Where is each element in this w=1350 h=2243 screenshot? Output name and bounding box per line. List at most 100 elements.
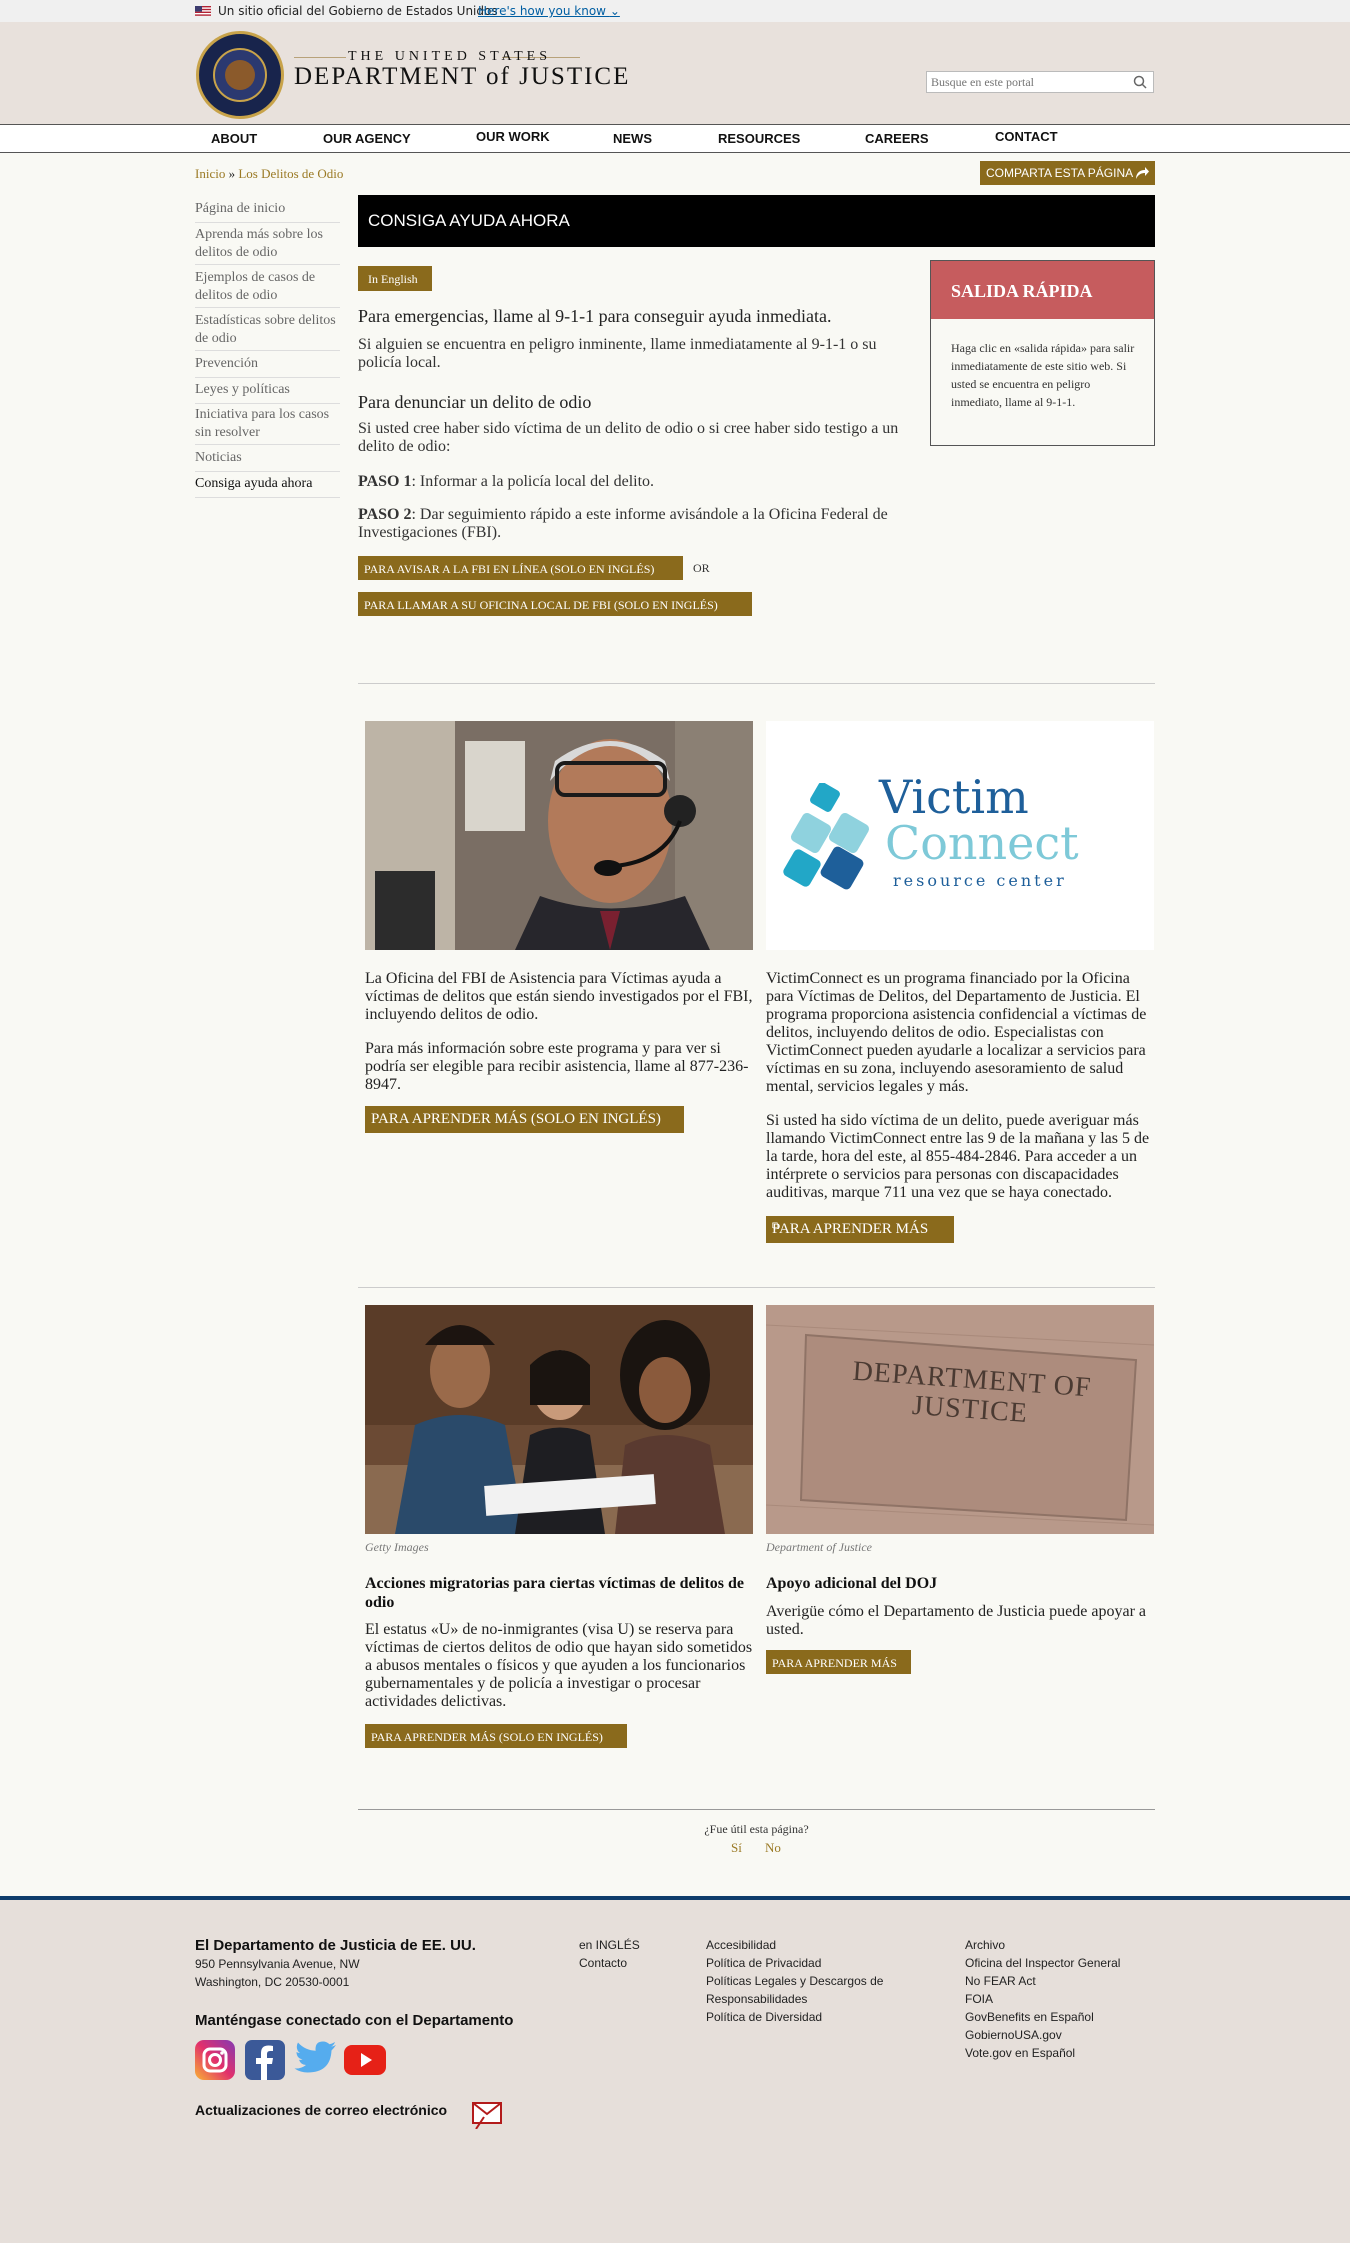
nav-our-agency[interactable]: OUR AGENCY — [323, 131, 411, 146]
doj-sign-photo: DEPARTMENT OF JUSTICE — [766, 1305, 1154, 1534]
doj-seal-logo[interactable] — [196, 31, 284, 119]
victim-card-text-1: VictimConnect es un programa financiado … — [766, 970, 1147, 1095]
section-divider — [358, 683, 1155, 684]
sidebar-item-cold-case[interactable]: Iniciativa para los casos sin resolver — [195, 406, 340, 445]
breadcrumb-current[interactable]: Los Delitos de Odio — [238, 166, 343, 181]
footer-link-no-fear[interactable]: No FEAR Act — [965, 1972, 1120, 1990]
doj-learn-more-button[interactable]: PARA APRENDER MÁS — [766, 1650, 911, 1674]
search-icon[interactable] — [1133, 75, 1147, 89]
immigration-card-title: Acciones migratorias para ciertas víctim… — [365, 1575, 745, 1611]
us-flag-icon — [195, 6, 211, 16]
fbi-learn-more-button[interactable]: PARA APRENDER MÁS (SOLO EN INGLÉS) — [365, 1106, 684, 1133]
sidebar-item-prevention[interactable]: Prevención — [195, 355, 340, 378]
search-input[interactable] — [927, 72, 1125, 92]
sidebar-item-laws[interactable]: Leyes y políticas — [195, 381, 340, 404]
footer-col-2: Accesibilidad Política de Privacidad Pol… — [706, 1936, 883, 2026]
sidebar-item-get-help[interactable]: Consiga ayuda ahora — [195, 475, 340, 498]
footer-connect-heading: Manténgase conectado con el Departamento — [195, 2012, 514, 2029]
victimconnect-logo-line2: Connect — [885, 816, 1079, 870]
feedback-question: ¿Fue útil esta página? — [704, 1822, 809, 1836]
fbi-card-text-2: Para más información sobre este programa… — [365, 1040, 749, 1093]
facebook-icon[interactable] — [245, 2040, 285, 2080]
fbi-online-report-button[interactable]: PARA AVISAR A LA FBI EN LÍNEA (SOLO EN I… — [358, 556, 683, 580]
twitter-icon[interactable] — [294, 2041, 336, 2077]
family-photo — [365, 1305, 753, 1534]
footer-link-privacy[interactable]: Política de Privacidad — [706, 1954, 883, 1972]
instagram-icon[interactable] — [195, 2040, 235, 2080]
footer-link-english[interactable]: en INGLÉS — [579, 1936, 640, 1954]
victimconnect-logo-line3: resource center — [893, 871, 1067, 890]
page-title-bar: CONSIGA AYUDA AHORA — [358, 195, 1155, 247]
emergency-text: Si alguien se encuentra en peligro inmin… — [358, 336, 877, 371]
or-text: OR — [693, 561, 710, 575]
sidebar-item-statistics[interactable]: Estadísticas sobre delitos de odio — [195, 312, 340, 351]
fbi-call-office-button[interactable]: PARA LLAMAR A SU OFICINA LOCAL DE FBI (S… — [358, 592, 752, 616]
brand-rule-left — [294, 57, 346, 58]
victimconnect-mark-icon — [783, 783, 870, 890]
footer-col-3: Archivo Oficina del Inspector General No… — [965, 1936, 1120, 2062]
feedback-no-link[interactable]: No — [765, 1840, 781, 1856]
section-divider-3 — [358, 1809, 1155, 1810]
chevron-down-icon: ⌄ — [609, 4, 620, 18]
victim-card-text-2: Si usted ha sido víctima de un delito, p… — [766, 1112, 1150, 1201]
banner-link[interactable]: Here's how you know ⌄ — [478, 4, 620, 18]
step-1: PASO 1: Informar a la policía local del … — [358, 473, 655, 490]
footer-link-oig[interactable]: Oficina del Inspector General — [965, 1954, 1120, 1972]
report-text: Si usted cree haber sido víctima de un d… — [358, 420, 899, 455]
youtube-icon[interactable] — [344, 2045, 386, 2075]
doj-image-caption: Department of Justice — [766, 1540, 872, 1554]
footer-link-govbenefits[interactable]: GovBenefits en Español — [965, 2008, 1120, 2026]
sidebar-item-examples[interactable]: Ejemplos de casos de delitos de odio — [195, 269, 340, 308]
quick-exit-header[interactable]: SALIDA RÁPIDA — [931, 261, 1154, 319]
footer-link-archive[interactable]: Archivo — [965, 1936, 1120, 1954]
nav-resources[interactable]: RESOURCES — [718, 131, 800, 146]
quick-exit-box[interactable]: SALIDA RÁPIDA Haga clic en «salida rápid… — [930, 260, 1155, 446]
footer-link-foia[interactable]: FOIA — [965, 1990, 1120, 2008]
search-box — [926, 71, 1154, 93]
breadcrumb-home[interactable]: Inicio — [195, 166, 225, 181]
footer-link-gobiernousa[interactable]: GobiernoUSA.gov — [965, 2026, 1120, 2044]
footer-link-accessibility[interactable]: Accesibilidad — [706, 1936, 883, 1954]
share-button[interactable]: COMPARTA ESTA PÁGINA — [980, 161, 1155, 185]
immigration-learn-more-button[interactable]: PARA APRENDER MÁS (SOLO EN INGLÉS) — [365, 1724, 627, 1748]
nav-contact[interactable]: CONTACT — [995, 129, 1058, 144]
emergency-heading: Para emergencias, llame al 9-1-1 para co… — [358, 306, 832, 326]
main-nav: ABOUT OUR AGENCY OUR WORK NEWS RESOURCES… — [0, 124, 1350, 153]
victimconnect-logo-line1: Victim — [879, 770, 1029, 824]
gov-banner: Un sitio oficial del Gobierno de Estados… — [0, 0, 1350, 22]
nav-our-work[interactable]: OUR WORK — [476, 129, 550, 144]
immigration-card-text: El estatus «U» de no-inmigrantes (visa U… — [365, 1621, 753, 1710]
sidebar-item-news[interactable]: Noticias — [195, 449, 340, 472]
footer-link-vote[interactable]: Vote.gov en Español — [965, 2044, 1120, 2062]
immigration-image-caption: Getty Images — [365, 1540, 429, 1554]
fbi-advocate-photo — [365, 721, 753, 950]
sidebar-item-learn[interactable]: Aprenda más sobre los delitos de odio — [195, 226, 340, 265]
footer-link-legal[interactable]: Políticas Legales y Descargos de — [706, 1972, 883, 1990]
doj-card-text: Averigüe cómo el Departamento de Justici… — [766, 1603, 1146, 1638]
nav-about[interactable]: ABOUT — [211, 131, 257, 146]
footer-col-1: en INGLÉS Contacto — [579, 1936, 640, 1972]
share-arrow-icon — [1136, 167, 1149, 179]
footer-link-legal-2[interactable]: Responsabilidades — [706, 1990, 883, 2008]
victim-learn-more-button[interactable]: PARA APRENDER MÁS ⧉ — [766, 1216, 954, 1243]
email-envelope-icon[interactable] — [472, 2099, 504, 2129]
in-english-button[interactable]: In English — [358, 266, 432, 291]
brand-main-line[interactable]: DEPARTMENT of JUSTICE — [294, 63, 630, 91]
footer-email-updates[interactable]: Actualizaciones de correo electrónico — [195, 2102, 447, 2118]
external-link-icon: ⧉ — [772, 1221, 780, 1232]
step-2: PASO 2: Dar seguimiento rápido a este in… — [358, 506, 888, 541]
footer-link-contact[interactable]: Contacto — [579, 1954, 640, 1972]
fbi-card-text-1: La Oficina del FBI de Asistencia para Ví… — [365, 970, 753, 1023]
quick-exit-text: Haga clic en «salida rápida» para salir … — [951, 341, 1135, 409]
sidebar-item-home[interactable]: Página de inicio — [195, 200, 340, 223]
nav-news[interactable]: NEWS — [613, 131, 652, 146]
feedback-yes-link[interactable]: Sí — [731, 1840, 742, 1856]
footer-address-2: Washington, DC 20530-0001 — [195, 1975, 350, 1989]
doj-card-title: Apoyo adicional del DOJ — [766, 1575, 938, 1592]
report-heading: Para denunciar un delito de odio — [358, 392, 592, 412]
victimconnect-logo: Victim Connect resource center — [766, 721, 1154, 950]
page-title: CONSIGA AYUDA AHORA — [368, 211, 570, 230]
footer-org-name: El Departamento de Justicia de EE. UU. — [195, 1937, 476, 1954]
nav-careers[interactable]: CAREERS — [865, 131, 929, 146]
footer-link-diversity[interactable]: Política de Diversidad — [706, 2008, 883, 2026]
